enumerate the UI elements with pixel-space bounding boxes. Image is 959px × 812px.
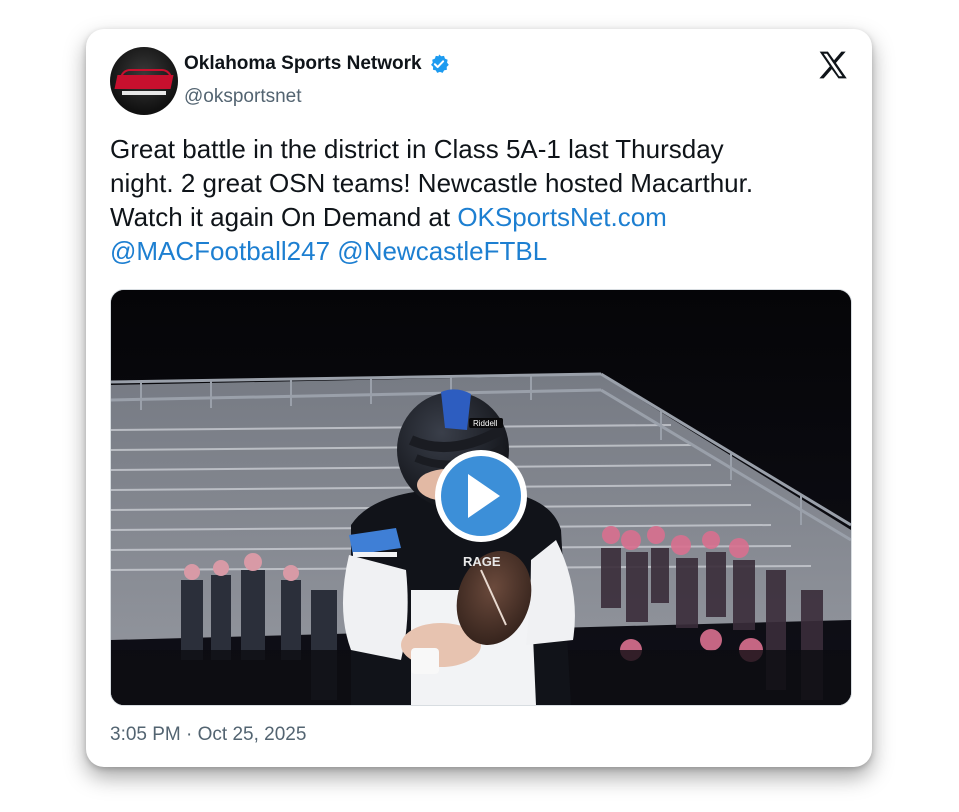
author-name-row: Oklahoma Sports Network: [184, 53, 450, 75]
mention-link[interactable]: @NewcastleFTBL: [337, 236, 547, 266]
mention-link[interactable]: @MACFootball247: [110, 236, 330, 266]
website-link[interactable]: OKSportsNet.com: [457, 202, 667, 232]
video-player[interactable]: Riddell RAGE: [110, 289, 852, 706]
x-logo-icon[interactable]: [816, 49, 850, 81]
author-handle[interactable]: @oksportsnet: [184, 86, 302, 108]
avatar-logo-band: [114, 75, 174, 89]
author-avatar[interactable]: [110, 47, 178, 115]
tweet-text-line: night. 2 great OSN teams! Newcastle host…: [110, 168, 754, 198]
verified-badge-icon: [430, 54, 449, 73]
tweet-card: Oklahoma Sports Network @oksportsnet Gre…: [86, 29, 872, 767]
video-thumbnail: Riddell RAGE: [111, 290, 851, 705]
author-display-name[interactable]: Oklahoma Sports Network: [184, 53, 422, 75]
tweet-text-line: Great battle in the district in Class 5A…: [110, 134, 724, 164]
tweet-text-line: Watch it again On Demand at: [110, 202, 458, 232]
play-button[interactable]: [435, 450, 527, 542]
tweet-text: Great battle in the district in Class 5A…: [110, 132, 850, 268]
helmet-brand-text: Riddell: [473, 419, 498, 428]
jersey-text: RAGE: [463, 554, 501, 569]
avatar-logo-strip: [122, 91, 166, 95]
tweet-timestamp[interactable]: 3:05 PM · Oct 25, 2025: [110, 724, 306, 746]
